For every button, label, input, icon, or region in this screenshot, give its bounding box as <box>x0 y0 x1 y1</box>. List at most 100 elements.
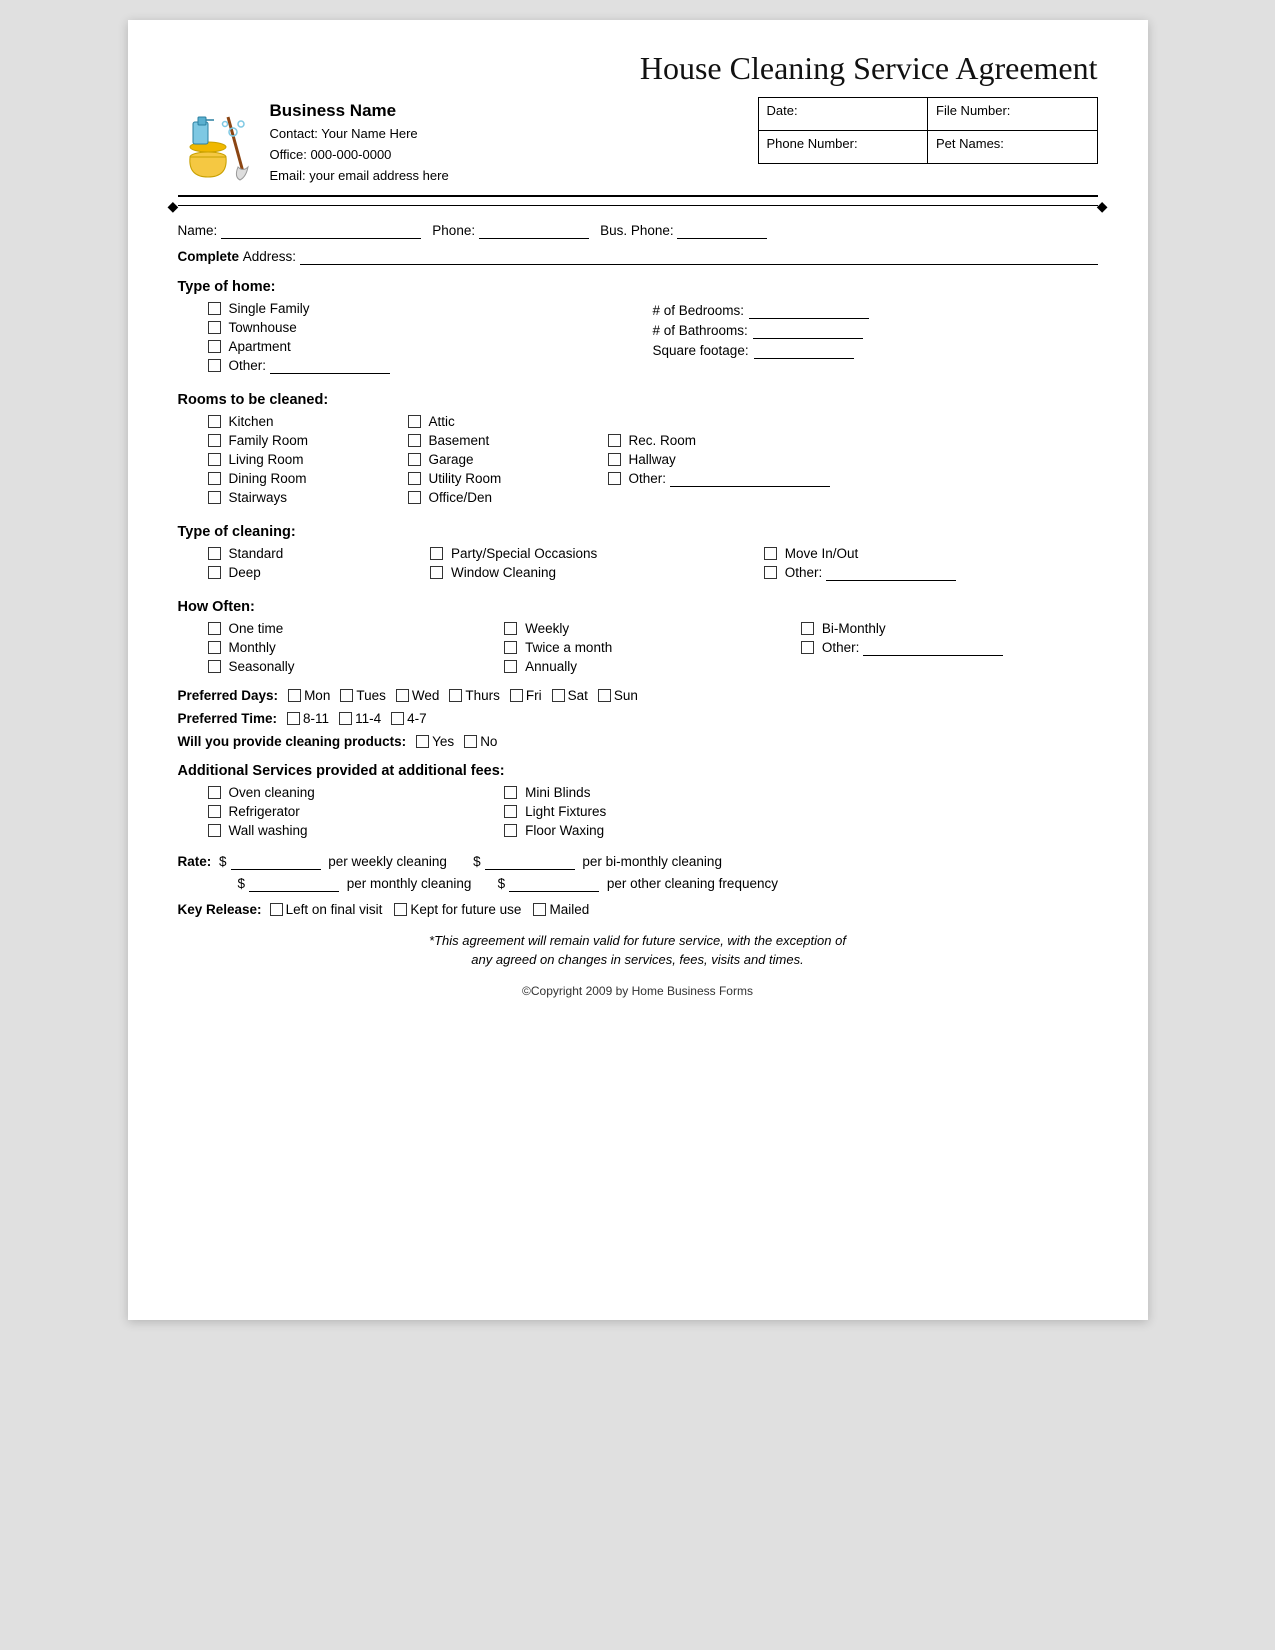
cleaning-products-row: Will you provide cleaning products: Yes … <box>178 734 1098 749</box>
day-fri: Fri <box>510 688 542 703</box>
name-label: Name: <box>178 223 218 238</box>
type-of-home-options: Single Family Townhouse Apartment Other: <box>208 301 653 378</box>
agreement-note: *This agreement will remain valid for fu… <box>178 931 1098 970</box>
name-phone-row: Name: Phone: Bus. Phone: <box>178 223 1098 239</box>
day-tues: Tues <box>340 688 386 703</box>
how-often-layout: One time Monthly Seasonally Weekly Twice… <box>208 621 1098 678</box>
day-sun: Sun <box>598 688 638 703</box>
key-release-row: Key Release: Left on final visit Kept fo… <box>178 902 1098 917</box>
cb-office-den: Office/Den <box>408 490 608 505</box>
footage-field[interactable] <box>754 343 854 359</box>
email-info: Email: your email address here <box>270 166 449 187</box>
bus-phone-label: Bus. Phone: <box>600 223 674 238</box>
rate-row1: Rate: $ per weekly cleaning $ per bi-mon… <box>178 854 1098 870</box>
bus-phone-field[interactable] <box>677 223 767 239</box>
rate-label: Rate: <box>178 854 212 869</box>
bathrooms-row: # of Bathrooms: <box>653 323 1098 339</box>
other-home-field[interactable] <box>270 358 390 374</box>
additional-services-layout: Oven cleaning Refrigerator Wall washing … <box>208 785 1098 842</box>
cleaning-type-layout: Standard Deep Party/Special Occasions Wi… <box>208 546 1098 585</box>
cb-basement: Basement <box>408 433 608 448</box>
cb-dining-room: Dining Room <box>208 471 408 486</box>
cb-one-time: One time <box>208 621 505 636</box>
other-cleaning-field[interactable] <box>826 565 956 581</box>
cb-other-cleaning: Other: <box>764 565 1098 581</box>
name-field[interactable] <box>221 223 421 239</box>
cleaning-col3: Move In/Out Other: <box>764 546 1098 585</box>
cb-move: Move In/Out <box>764 546 1098 561</box>
rooms-col2: Attic Basement Garage Utility Room Offic… <box>408 414 608 510</box>
weekly-rate-field[interactable] <box>231 854 321 870</box>
additional-services-title: Additional Services provided at addition… <box>178 763 1098 779</box>
bimonthly-rate-field[interactable] <box>485 854 575 870</box>
header-fields-row-2: Phone Number: Pet Names: <box>759 131 1097 163</box>
cb-weekly: Weekly <box>504 621 801 636</box>
cb-fridge: Refrigerator <box>208 804 505 819</box>
cb-standard: Standard <box>208 546 431 561</box>
monthly-rate-field[interactable] <box>249 876 339 892</box>
cb-blinds: Mini Blinds <box>504 785 801 800</box>
cb-single-family[interactable] <box>208 302 221 315</box>
copyright: ©Copyright 2009 by Home Business Forms <box>178 984 1098 998</box>
cb-party: Party/Special Occasions <box>430 546 764 561</box>
products-yes: Yes <box>416 734 454 749</box>
rooms-title: Rooms to be cleaned: <box>178 392 1098 408</box>
how-often-col1: One time Monthly Seasonally <box>208 621 505 678</box>
complete-label: Complete <box>178 249 240 264</box>
logo-area: Business Name Contact: Your Name Here Of… <box>178 97 758 187</box>
other-rate-field[interactable] <box>509 876 599 892</box>
cb-hallway: Hallway <box>608 452 858 467</box>
pet-names-field-label: Pet Names: <box>928 131 1097 163</box>
cb-seasonally: Seasonally <box>208 659 505 674</box>
key-mailed: Mailed <box>533 902 589 917</box>
address-field[interactable] <box>300 249 1098 265</box>
preferred-time-row: Preferred Time: 8-11 11-4 4-7 <box>178 711 1098 726</box>
type-of-home-title: Type of home: <box>178 279 1098 295</box>
agreement-line1: *This agreement will remain valid for fu… <box>178 931 1098 951</box>
page: House Cleaning Service Agreement <box>128 20 1148 1320</box>
cb-other-room: Other: <box>608 471 858 487</box>
additional-col3 <box>801 785 1098 842</box>
diamond-left-icon: ◆ <box>168 198 179 215</box>
preferred-days-row: Preferred Days: Mon Tues Wed Thurs Fri S… <box>178 688 1098 703</box>
business-name: Business Name <box>270 97 449 124</box>
other-room-field[interactable] <box>670 471 830 487</box>
time-11-4: 11-4 <box>339 711 381 726</box>
header-fields: Date: File Number: Phone Number: Pet Nam… <box>758 97 1098 164</box>
cb-townhouse[interactable] <box>208 321 221 334</box>
bathrooms-field[interactable] <box>753 323 863 339</box>
checkbox-single-family: Single Family <box>208 301 653 316</box>
cb-window: Window Cleaning <box>430 565 764 580</box>
key-release-label: Key Release: <box>178 902 262 917</box>
bedrooms-row: # of Bedrooms: <box>653 303 1098 319</box>
rooms-col1: Kitchen Family Room Living Room Dining R… <box>208 414 408 510</box>
cb-garage: Garage <box>408 452 608 467</box>
cleaning-products-label: Will you provide cleaning products: <box>178 734 407 749</box>
checkbox-other-home: Other: <box>208 358 653 374</box>
cleaning-col1: Standard Deep <box>208 546 431 584</box>
phone-field[interactable] <box>479 223 589 239</box>
bedrooms-field[interactable] <box>749 303 869 319</box>
other-often-field[interactable] <box>863 640 1003 656</box>
additional-col1: Oven cleaning Refrigerator Wall washing <box>208 785 505 842</box>
cb-floor-wax: Floor Waxing <box>504 823 801 838</box>
cb-living-room: Living Room <box>208 452 408 467</box>
address-label: Address: <box>243 249 296 264</box>
time-8-11: 8-11 <box>287 711 329 726</box>
how-often-title: How Often: <box>178 599 1098 615</box>
cb-wall: Wall washing <box>208 823 505 838</box>
rooms-col3: Rec. Room Hallway Other: <box>608 414 858 510</box>
rooms-grid: Kitchen Family Room Living Room Dining R… <box>208 414 1098 510</box>
checkbox-apartment: Apartment <box>208 339 653 354</box>
time-4-7: 4-7 <box>391 711 427 726</box>
rate-section: Rate: $ per weekly cleaning $ per bi-mon… <box>178 854 1098 892</box>
office-info: Office: 000-000-0000 <box>270 145 449 166</box>
divider <box>178 205 1098 206</box>
cb-apartment[interactable] <box>208 340 221 353</box>
additional-col2: Mini Blinds Light Fixtures Floor Waxing <box>504 785 801 842</box>
page-title: House Cleaning Service Agreement <box>178 50 1098 87</box>
cb-other-home[interactable] <box>208 359 221 372</box>
cb-utility-room: Utility Room <box>408 471 608 486</box>
key-left: Left on final visit <box>270 902 383 917</box>
file-number-field-label: File Number: <box>928 98 1097 130</box>
